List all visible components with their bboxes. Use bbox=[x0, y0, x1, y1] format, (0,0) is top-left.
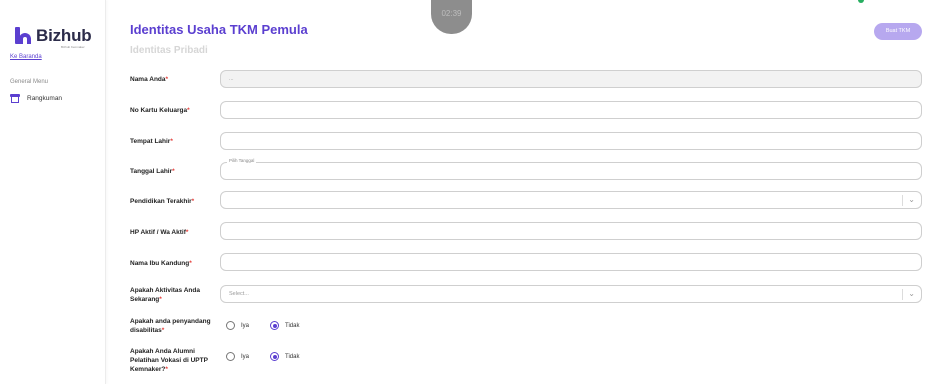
sidebar-item-rangkuman[interactable]: Rangkuman bbox=[10, 93, 62, 103]
chevron-down-icon: ⌄ bbox=[908, 289, 915, 298]
label-nama: Nama Anda* bbox=[130, 76, 169, 83]
hp-input[interactable] bbox=[220, 222, 922, 240]
sidebar-item-label: Rangkuman bbox=[27, 94, 63, 102]
kk-input[interactable] bbox=[220, 101, 922, 119]
nama-input[interactable]: ... bbox=[220, 70, 922, 88]
recording-timer: 02:39 bbox=[431, 0, 472, 34]
home-link[interactable]: Ke Baranda bbox=[10, 54, 42, 60]
page-title: Identitas Usaha TKM Pemula bbox=[130, 22, 308, 37]
tanggal-lahir-picker[interactable]: Pilih Tanggal bbox=[220, 158, 922, 180]
store-icon bbox=[10, 93, 20, 103]
label-alumni: Apakah Anda Alumni Pelatihan Vokasi di UP… bbox=[130, 348, 208, 373]
label-hp: HP Aktif / Wa Aktif* bbox=[130, 229, 189, 236]
section-title: Identitas Pribadi bbox=[130, 45, 208, 56]
label-tempat-lahir: Tempat Lahir* bbox=[130, 138, 173, 145]
disabilitas-radio-group: Iya Tidak bbox=[226, 321, 320, 330]
disabilitas-iya-radio[interactable] bbox=[226, 321, 235, 330]
date-legend: Pilih Tanggal bbox=[227, 158, 257, 163]
disabilitas-tidak-radio[interactable] bbox=[270, 321, 280, 330]
label-tanggal-lahir: Tanggal Lahir* bbox=[130, 168, 175, 175]
alumni-radio-group: Iya Tidak bbox=[226, 352, 320, 361]
ibu-input[interactable] bbox=[220, 253, 922, 271]
buat-tkm-button[interactable]: Buat TKM bbox=[874, 23, 922, 40]
label-ibu: Nama Ibu Kandung* bbox=[130, 260, 192, 267]
aktivitas-placeholder: Select... bbox=[229, 291, 249, 297]
menu-heading: General Menu bbox=[10, 79, 49, 85]
alumni-iya-radio[interactable] bbox=[226, 352, 235, 361]
chevron-down-icon: ⌄ bbox=[908, 195, 915, 204]
label-disabilitas: Apakah anda penyandang disabilitas* bbox=[130, 318, 211, 334]
nama-value: ... bbox=[229, 76, 234, 82]
logo-text: Bizhub bbox=[36, 26, 92, 45]
sidebar: Bizhub Bizhub Kemnaker Ke Baranda Genera… bbox=[0, 0, 106, 384]
status-dot-icon bbox=[858, 0, 864, 3]
pendidikan-select[interactable]: ⌄ bbox=[220, 191, 922, 209]
label-kk: No Kartu Keluarga* bbox=[130, 107, 190, 114]
label-aktivitas: Apakah Aktivitas Anda Sekarang* bbox=[130, 287, 200, 303]
alumni-tidak-radio[interactable] bbox=[270, 352, 280, 361]
bizhub-logo-icon bbox=[15, 27, 31, 44]
aktivitas-select[interactable]: Select... ⌄ bbox=[220, 285, 922, 303]
logo-subtitle: Bizhub Kemnaker bbox=[61, 45, 85, 49]
label-pendidikan: Pendidikan Terakhir* bbox=[130, 198, 195, 205]
tempat-lahir-input[interactable] bbox=[220, 132, 922, 150]
logo[interactable]: Bizhub bbox=[15, 26, 92, 45]
